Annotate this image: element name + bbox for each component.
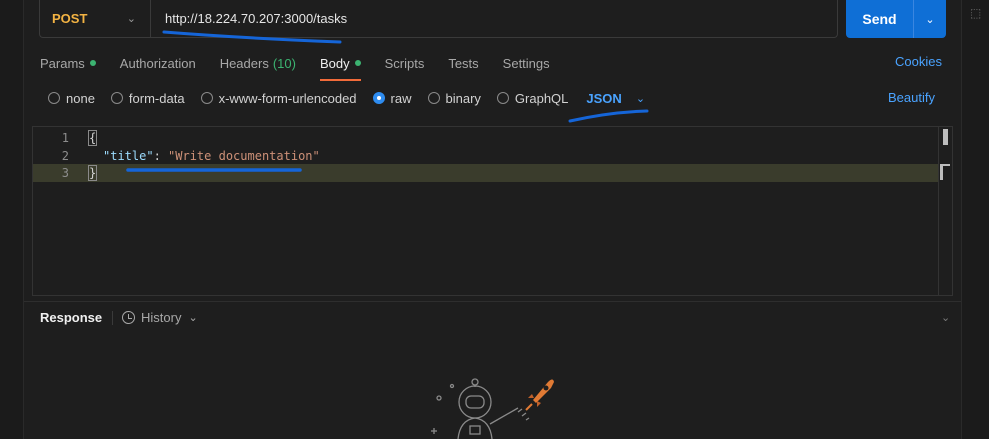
astronaut-body bbox=[457, 417, 493, 439]
radio-label: GraphQL bbox=[514, 90, 569, 106]
request-tabs: Params Authorization Headers (10) Body Sc… bbox=[40, 52, 574, 81]
radio-label: form-data bbox=[128, 90, 185, 106]
astronaut-pack bbox=[469, 425, 481, 435]
beautify-link[interactable]: Beautify bbox=[888, 90, 935, 105]
tab-params[interactable]: Params bbox=[40, 52, 96, 74]
raw-format-label: JSON bbox=[586, 90, 622, 106]
tab-label: Body bbox=[319, 55, 350, 71]
tab-scripts[interactable]: Scripts bbox=[385, 52, 425, 74]
body-type-options: none form-data x-www-form-urlencoded raw… bbox=[48, 88, 645, 108]
overview-cursor-marker bbox=[940, 164, 950, 180]
tab-label: Tests bbox=[448, 55, 479, 71]
status-dot bbox=[89, 60, 96, 66]
collapse-chevron-icon[interactable]: ⌄ bbox=[941, 311, 950, 324]
json-value: "Write documentation" bbox=[168, 149, 320, 163]
tab-tests[interactable]: Tests bbox=[448, 52, 478, 74]
expand-icon[interactable]: ⬚ bbox=[970, 6, 981, 20]
radio-graphql[interactable]: GraphQL bbox=[496, 90, 569, 106]
tab-label: Headers bbox=[219, 55, 269, 71]
line-number: 2 bbox=[61, 149, 69, 163]
radio-selected-icon bbox=[372, 92, 385, 104]
radio-icon bbox=[48, 92, 60, 104]
json-key: "title" bbox=[103, 149, 154, 163]
chevron-down-icon: ⌄ bbox=[635, 92, 646, 105]
pen-underline-title bbox=[126, 168, 302, 172]
tab-label: Params bbox=[40, 55, 85, 71]
tab-settings[interactable]: Settings bbox=[503, 52, 550, 74]
radio-label: none bbox=[66, 90, 95, 106]
line-code: { bbox=[87, 130, 98, 146]
rocket-icon bbox=[525, 379, 554, 411]
send-label: Send bbox=[846, 0, 914, 38]
scroll-thumb[interactable] bbox=[943, 129, 948, 145]
radio-label: raw bbox=[390, 90, 412, 106]
line-code: } bbox=[87, 165, 98, 181]
astronaut-helmet bbox=[458, 385, 492, 419]
left-sidebar-edge bbox=[0, 0, 24, 439]
tab-label: Settings bbox=[502, 55, 550, 71]
send-button[interactable]: Send ⌄ bbox=[846, 0, 946, 38]
editor-scrollbar[interactable] bbox=[938, 127, 952, 295]
body-editor[interactable]: 1 { 2 "title": "Write documentation" 3 } bbox=[32, 126, 953, 296]
chevron-down-icon: ⌄ bbox=[126, 13, 136, 25]
radio-binary[interactable]: binary bbox=[427, 90, 481, 106]
radio-label: binary bbox=[445, 90, 481, 106]
clock-icon bbox=[122, 311, 135, 324]
line-number: 3 bbox=[61, 166, 69, 180]
separator bbox=[112, 311, 113, 325]
chevron-down-icon: ⌄ bbox=[188, 312, 198, 324]
astronaut-arm bbox=[489, 407, 519, 425]
response-title: Response bbox=[40, 310, 103, 325]
url-input[interactable]: http://18.224.70.207:3000/tasks bbox=[151, 11, 347, 26]
pen-underline-json bbox=[568, 109, 649, 123]
history-label: History bbox=[141, 310, 182, 325]
json-sep: : bbox=[153, 149, 169, 163]
editor-line: 1 { bbox=[33, 129, 939, 147]
tab-headers[interactable]: Headers (10) bbox=[220, 52, 296, 74]
headers-count: (10) bbox=[272, 55, 296, 71]
line-number: 1 bbox=[61, 131, 69, 145]
astronaut-illustration bbox=[431, 378, 554, 439]
send-options-chevron-icon[interactable]: ⌄ bbox=[914, 0, 946, 38]
tab-authorization[interactable]: Authorization bbox=[120, 52, 196, 74]
radio-urlencoded[interactable]: x-www-form-urlencoded bbox=[200, 90, 357, 106]
status-dot bbox=[354, 60, 361, 66]
tab-label: Authorization bbox=[119, 55, 196, 71]
right-sidebar-edge: ⬚ bbox=[961, 0, 989, 439]
antenna-icon bbox=[471, 378, 479, 386]
radio-none[interactable]: none bbox=[48, 91, 95, 106]
method-select[interactable]: POST ⌄ bbox=[40, 0, 151, 37]
tab-body[interactable]: Body bbox=[319, 52, 361, 81]
editor-line: 2 "title": "Write documentation" bbox=[33, 147, 939, 165]
radio-icon bbox=[496, 92, 509, 104]
radio-icon bbox=[200, 92, 213, 104]
radio-form-data[interactable]: form-data bbox=[110, 90, 185, 106]
brace: { bbox=[87, 130, 98, 146]
radio-raw[interactable]: raw bbox=[372, 90, 412, 106]
response-divider[interactable] bbox=[24, 301, 961, 302]
tab-label: Scripts bbox=[384, 55, 425, 71]
cookies-link[interactable]: Cookies bbox=[895, 54, 942, 69]
line-code: "title": "Write documentation" bbox=[103, 149, 320, 163]
astronaut-visor bbox=[465, 395, 485, 409]
radio-label: x-www-form-urlencoded bbox=[218, 90, 357, 106]
history-dropdown[interactable]: History ⌄ bbox=[122, 310, 198, 325]
radio-icon bbox=[427, 92, 440, 104]
pen-underline-url bbox=[162, 30, 342, 44]
radio-icon bbox=[110, 92, 123, 104]
brace: } bbox=[87, 165, 98, 181]
raw-format-select[interactable]: JSON ⌄ bbox=[586, 91, 645, 106]
method-label: POST bbox=[52, 11, 88, 26]
request-url-bar: POST ⌄ http://18.224.70.207:3000/tasks bbox=[39, 0, 838, 38]
